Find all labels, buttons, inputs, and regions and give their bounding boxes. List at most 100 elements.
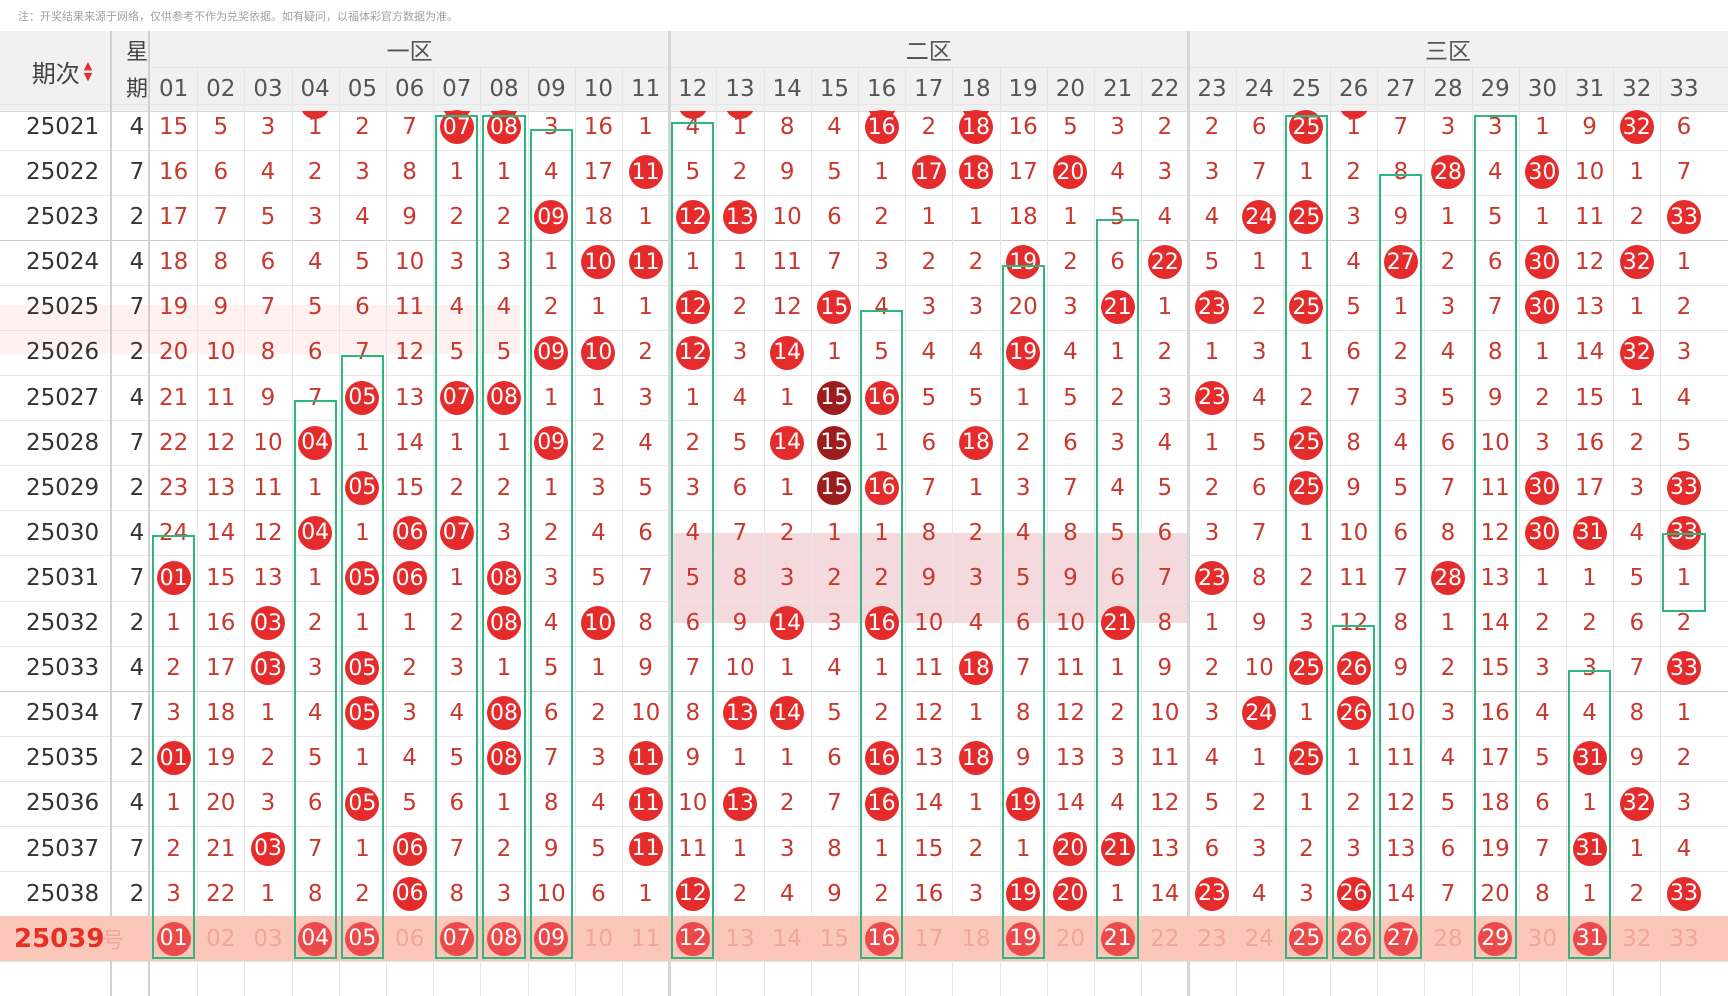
omission-value: 9 [213, 294, 229, 321]
selected-number-ball[interactable]: 16 [864, 921, 899, 956]
omission-value: 3 [543, 113, 559, 140]
omission-value: 12 [1480, 519, 1510, 546]
selected-number-ball[interactable]: 25 [1289, 921, 1324, 956]
drawn-number-ball: 26 [1336, 696, 1371, 731]
selected-number-ball[interactable]: 07 [439, 921, 474, 956]
omission-value: 1 [638, 880, 653, 907]
omission-value: 9 [921, 564, 937, 591]
selected-number-ball[interactable]: 26 [1336, 921, 1371, 956]
drawn-number-ball: 05 [345, 561, 380, 595]
omission-value: 11 [1338, 564, 1369, 591]
omission-value: 8 [213, 249, 229, 276]
omission-value: 6 [1110, 249, 1125, 276]
selectable-number[interactable]: 22 [1141, 916, 1188, 961]
drawn-number-ball: 11 [628, 786, 663, 821]
drawn-number-ball: 14 [770, 606, 805, 641]
current-issue-suffix: 号 [102, 928, 125, 954]
selected-number-ball[interactable]: 27 [1383, 921, 1418, 956]
omission-value: 1 [827, 339, 842, 366]
omission-value: 10 [630, 700, 661, 727]
row-line [0, 961, 1728, 963]
selected-number-ball[interactable]: 12 [675, 921, 710, 956]
drawn-number-ball: 13 [723, 696, 757, 731]
selectable-number[interactable]: 23 [1188, 916, 1235, 961]
selectable-number[interactable]: 14 [764, 916, 811, 961]
selected-number-ball[interactable]: 01 [156, 921, 191, 956]
omission-value: 7 [543, 745, 559, 772]
selected-number-ball[interactable]: 05 [345, 921, 380, 956]
selectable-number[interactable]: 10 [575, 916, 622, 961]
omission-value: 3 [921, 294, 937, 321]
selected-number-ball[interactable]: 29 [1478, 921, 1513, 956]
omission-value: 2 [1157, 113, 1173, 140]
omission-value: 1 [1110, 655, 1125, 682]
selectable-number[interactable]: 17 [905, 916, 952, 961]
drawn-number-ball: 18 [959, 425, 993, 460]
omission-value: 2 [1440, 249, 1456, 276]
drawn-number-ball: 30 [1525, 155, 1560, 190]
selectable-number[interactable]: 28 [1424, 916, 1471, 961]
issue-number: 25028 [26, 429, 100, 456]
drawn-number-ball: 22 [1147, 245, 1182, 280]
selectable-number[interactable]: 15 [811, 916, 858, 961]
selectable-number[interactable]: 30 [1519, 916, 1566, 961]
selectable-number[interactable]: 03 [244, 916, 291, 961]
omission-value: 8 [1157, 610, 1173, 637]
drawn-number-ball: 25 [1289, 425, 1324, 460]
selectable-number[interactable]: 33 [1660, 916, 1707, 961]
omission-value: 14 [914, 790, 944, 817]
omission-value: 20 [1480, 880, 1510, 907]
omission-value: 2 [732, 159, 748, 186]
omission-value: 20 [1008, 294, 1038, 321]
selectable-number[interactable]: 20 [1047, 916, 1094, 961]
selected-number-ball[interactable]: 08 [487, 921, 521, 956]
selectable-number[interactable]: 13 [716, 916, 763, 961]
omission-value: 7 [1063, 474, 1078, 501]
selected-number-ball[interactable]: 21 [1100, 921, 1135, 956]
omission-value: 19 [206, 745, 236, 772]
omission-value: 6 [307, 790, 323, 817]
selected-number-ball[interactable]: 31 [1572, 921, 1607, 956]
selectable-number[interactable]: 18 [952, 916, 999, 961]
issue-number: 25022 [26, 159, 100, 186]
omission-value: 9 [1346, 474, 1361, 501]
selected-number-ball[interactable]: 19 [1006, 921, 1041, 956]
omission-value: 1 [1676, 700, 1692, 727]
omission-value: 7 [1251, 159, 1267, 186]
omission-value: 8 [827, 835, 842, 862]
sort-arrows-icon[interactable]: ▲ ▼ [84, 60, 92, 82]
selected-number-ball[interactable]: 04 [298, 921, 333, 956]
omission-value: 3 [1629, 474, 1645, 501]
omission-value: 3 [1110, 745, 1125, 772]
omission-value: 2 [449, 474, 465, 501]
omission-value: 4 [307, 700, 323, 727]
omission-value: 1 [543, 249, 559, 276]
selectable-number[interactable]: 06 [386, 916, 433, 961]
selected-number-ball[interactable]: 09 [534, 921, 569, 956]
omission-value: 5 [496, 339, 512, 366]
omission-value: 6 [1157, 519, 1173, 546]
selectable-number[interactable]: 32 [1613, 916, 1660, 961]
omission-value: 1 [166, 790, 181, 817]
omission-value: 3 [591, 474, 606, 501]
omission-value: 6 [1440, 835, 1456, 862]
omission-value: 4 [1157, 429, 1173, 456]
omission-value: 5 [1204, 249, 1220, 276]
drawn-number-ball: 23 [1195, 380, 1229, 415]
omission-value: 5 [307, 745, 323, 772]
omission-value: 3 [260, 790, 276, 817]
omission-value: 13 [253, 564, 283, 591]
omission-value: 5 [1487, 204, 1503, 231]
selectable-number[interactable]: 24 [1236, 916, 1283, 961]
omission-value: 10 [1574, 159, 1605, 186]
issue-header[interactable]: 期次 ▲ ▼ [0, 31, 124, 111]
drawn-number-ball: 18 [959, 651, 993, 686]
omission-value: 2 [591, 429, 606, 456]
omission-value: 1 [1440, 610, 1456, 637]
omission-value: 6 [1063, 429, 1078, 456]
selectable-number[interactable]: 11 [622, 916, 669, 961]
week-header-char-1: 星 [125, 40, 148, 65]
omission-value: 4 [685, 113, 701, 140]
omission-value: 7 [1535, 835, 1550, 862]
selectable-number[interactable]: 02 [197, 916, 244, 961]
